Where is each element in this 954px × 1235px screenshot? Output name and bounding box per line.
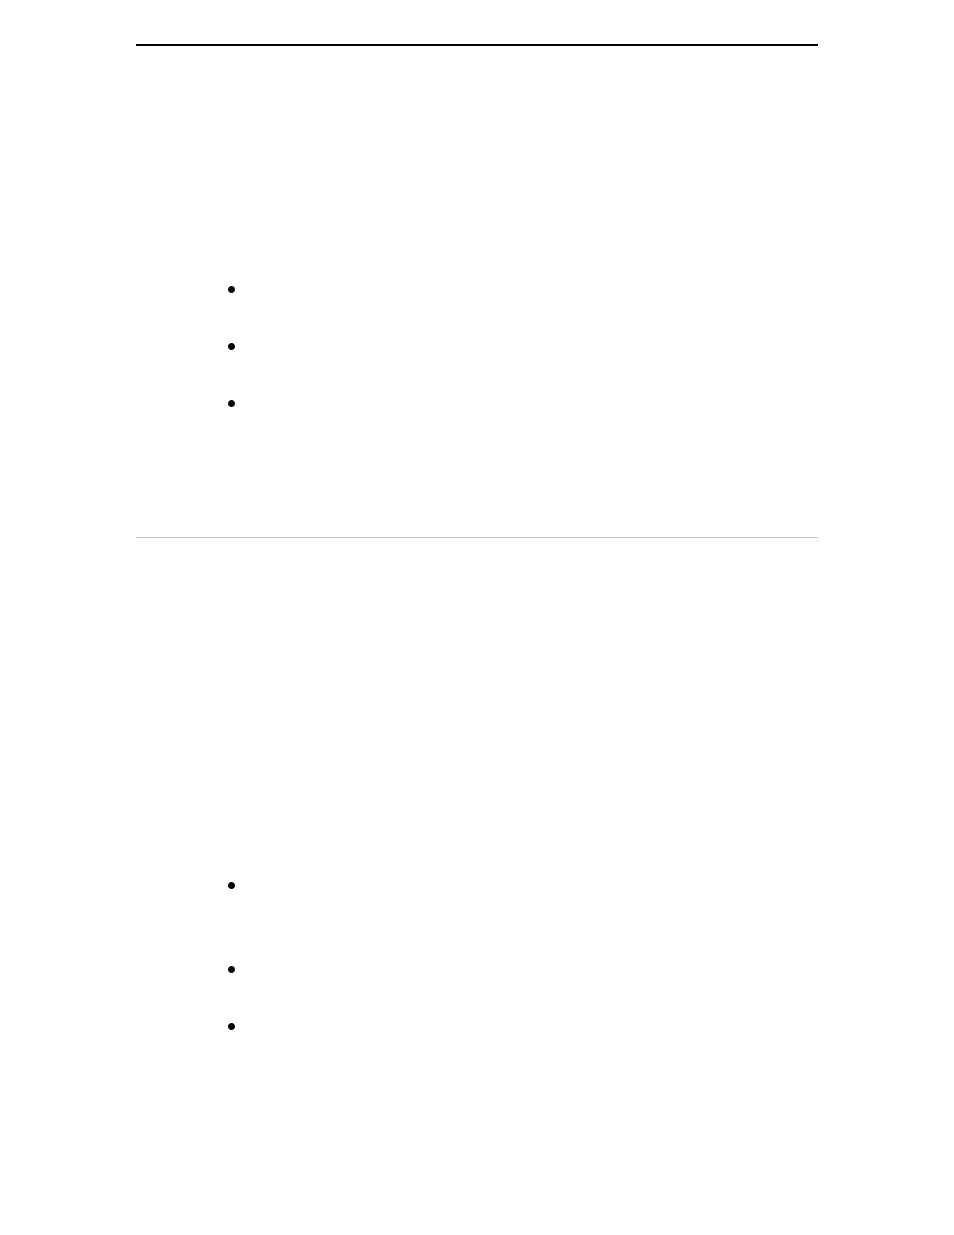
bullet-icon bbox=[228, 1023, 235, 1030]
spacer bbox=[136, 46, 818, 286]
bullet-icon bbox=[228, 400, 235, 407]
bullet-list-1 bbox=[228, 286, 818, 457]
list-item bbox=[228, 343, 818, 400]
list-item bbox=[228, 1023, 818, 1080]
list-item bbox=[228, 882, 818, 966]
document-page bbox=[0, 0, 954, 1235]
list-item bbox=[228, 400, 818, 457]
spacer bbox=[136, 457, 818, 537]
bullet-icon bbox=[228, 966, 235, 973]
spacer bbox=[136, 538, 818, 882]
bullet-icon bbox=[228, 343, 235, 350]
bullet-icon bbox=[228, 286, 235, 293]
bullet-list-2 bbox=[228, 882, 818, 1080]
list-item bbox=[228, 286, 818, 343]
bullet-icon bbox=[228, 882, 235, 889]
list-item bbox=[228, 966, 818, 1023]
